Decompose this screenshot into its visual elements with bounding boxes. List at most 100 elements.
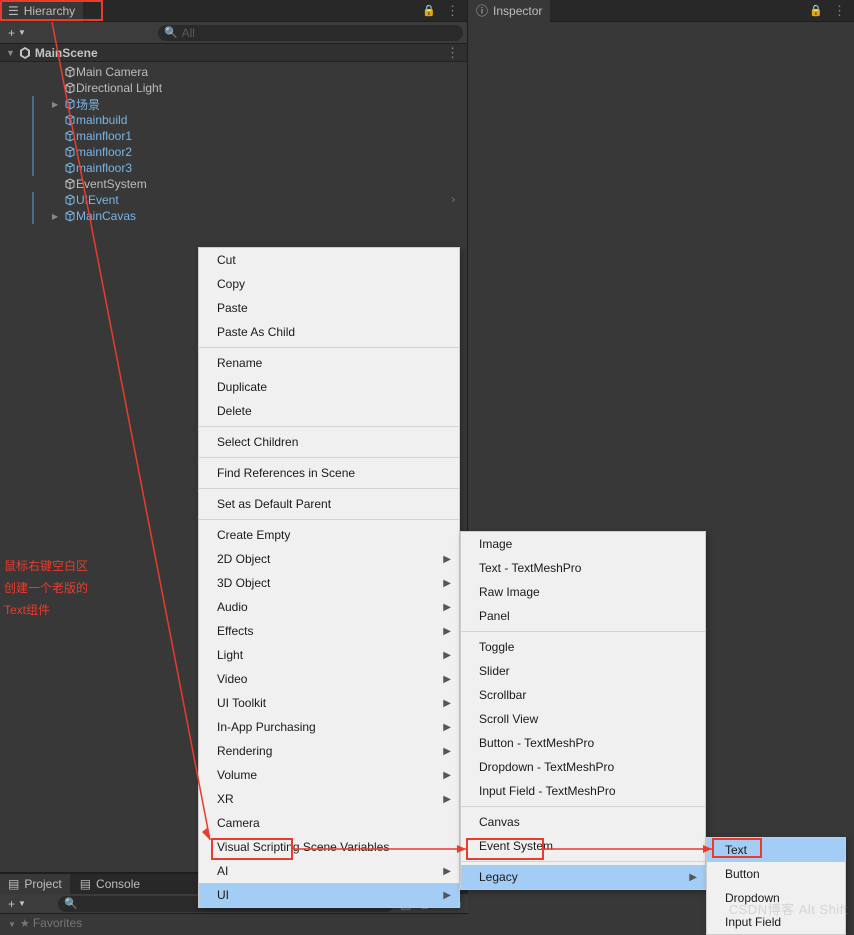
menu-item[interactable]: Scrollbar [461,683,705,707]
menu-item[interactable]: Canvas [461,810,705,834]
menu-item-label: Dropdown - TextMeshPro [479,760,614,774]
annotation-text: 鼠标右键空白区 创建一个老版的 Text组件 [4,555,88,621]
search-input[interactable]: 🔍 All [158,25,463,41]
node-label: mainfloor3 [76,161,132,175]
console-icon: ▤ [80,877,91,891]
submenu-arrow-icon: ▶ [689,872,697,883]
menu-item[interactable]: Video▶ [199,667,459,691]
menu-item[interactable]: In-App Purchasing ▶ [199,715,459,739]
tree-node[interactable]: EventSystem [0,176,467,192]
inspector-tab[interactable]: ⓘ Inspector [468,0,550,22]
node-label: mainfloor1 [76,129,132,143]
node-label: MainCavas [76,209,136,223]
menu-item[interactable]: Input Field - TextMeshPro [461,779,705,803]
menu-separator [199,519,459,520]
lock-icon[interactable]: 🔒 [422,4,436,17]
scene-header[interactable]: ▼ MainScene ⋮ [0,44,467,62]
menu-item-label: Create Empty [217,528,290,542]
console-tab-label: Console [96,877,140,891]
menu-item[interactable]: 3D Object▶ [199,571,459,595]
tree-node[interactable]: mainfloor2 [0,144,467,160]
plus-icon: + [8,897,15,911]
context-menu: Cut CopyPastePaste As Child RenameDuplicat… [198,247,460,908]
menu-item[interactable]: Dropdown - TextMeshPro [461,755,705,779]
menu-item[interactable]: Delete [199,399,459,423]
menu-item[interactable]: Scroll View [461,707,705,731]
menu-item[interactable]: Light▶ [199,643,459,667]
tree-node[interactable]: ▶MainCavas [0,208,467,224]
submenu-arrow-icon: ▶ [443,722,451,733]
tree-node[interactable]: UIEvent› [0,192,467,208]
menu-item[interactable]: Cut [199,248,459,272]
menu-item[interactable]: Duplicate [199,375,459,399]
menu-item[interactable]: Audio▶ [199,595,459,619]
tree-node[interactable]: mainfloor1 [0,128,467,144]
menu-separator [199,488,459,489]
menu-item[interactable]: Button [707,862,845,886]
menu-item-label: Rendering [217,744,272,758]
menu-item-label: Delete [217,404,252,418]
menu-item-label: Text - TextMeshPro [479,561,581,575]
menu-item-label: Effects [217,624,253,638]
tree-node[interactable]: Directional Light [0,80,467,96]
menu-item[interactable]: AI ▶ [199,859,459,883]
submenu-arrow-icon: ▶ [443,554,451,565]
menu-item[interactable]: Copy [199,272,459,296]
menu-item[interactable]: Legacy▶ [461,865,705,889]
tree-node[interactable]: Main Camera [0,64,467,80]
search-icon: 🔍 [164,26,178,39]
annotation-box-text [712,838,762,858]
tab-menu-icon[interactable]: ⋮ [444,3,461,19]
menu-item[interactable]: Text - TextMeshPro [461,556,705,580]
menu-item[interactable]: UI Toolkit▶ [199,691,459,715]
menu-item[interactable]: UI▶ [199,883,459,907]
tree-node[interactable]: mainbuild [0,112,467,128]
inspector-tab-bar: ⓘ Inspector 🔒 ⋮ [468,0,854,22]
menu-item-label: Input Field - TextMeshPro [479,784,616,798]
submenu-arrow-icon: ▶ [443,746,451,757]
menu-item[interactable]: Volume▶ [199,763,459,787]
menu-item[interactable]: Find References in Scene [199,461,459,485]
menu-item[interactable]: Panel [461,604,705,628]
scene-arrow-icon: ▼ [6,48,15,58]
scene-menu-icon[interactable]: ⋮ [444,45,461,61]
add-button[interactable]: + ▼ [4,897,30,911]
menu-item[interactable]: Slider [461,659,705,683]
favorites-row[interactable]: ▼★ Favorites [0,914,468,932]
menu-item[interactable]: Raw Image [461,580,705,604]
menu-item[interactable]: Effects▶ [199,619,459,643]
submenu-arrow-icon: ▶ [443,602,451,613]
menu-item[interactable]: Rename [199,351,459,375]
add-button[interactable]: + ▼ [4,26,30,40]
menu-item[interactable]: XR ▶ [199,787,459,811]
menu-item-label: XR [217,792,234,806]
menu-item[interactable]: Select Children [199,430,459,454]
menu-item-label: 3D Object [217,576,270,590]
menu-item-label: Scrollbar [479,688,526,702]
project-tab[interactable]: ▤ Project [0,874,70,894]
dropdown-arrow-icon: ▼ [18,28,26,37]
menu-item[interactable]: Button - TextMeshPro [461,731,705,755]
tab-menu-icon[interactable]: ⋮ [831,3,848,19]
tree-node[interactable]: mainfloor3 [0,160,467,176]
lock-icon[interactable]: 🔒 [809,4,823,17]
menu-item[interactable]: Image [461,532,705,556]
tree-node[interactable]: ▶场景 [0,96,467,112]
menu-item[interactable]: Paste As Child [199,320,459,344]
menu-item[interactable]: Create Empty [199,523,459,547]
menu-item[interactable]: Paste [199,296,459,320]
menu-item[interactable]: 2D Object▶ [199,547,459,571]
menu-item[interactable]: Camera [199,811,459,835]
submenu-arrow-icon: ▶ [443,794,451,805]
menu-item-label: Cut [217,253,236,267]
menu-item-label: In-App Purchasing [217,720,316,734]
submenu-arrow-icon: ▶ [443,866,451,877]
menu-item[interactable]: Set as Default Parent [199,492,459,516]
menu-item-label: Raw Image [479,585,540,599]
submenu-arrow-icon: ▶ [443,674,451,685]
menu-item[interactable]: Toggle [461,635,705,659]
node-label: mainfloor2 [76,145,132,159]
menu-item-label: AI [217,864,228,878]
console-tab[interactable]: ▤ Console [72,874,148,894]
menu-item[interactable]: Rendering ▶ [199,739,459,763]
